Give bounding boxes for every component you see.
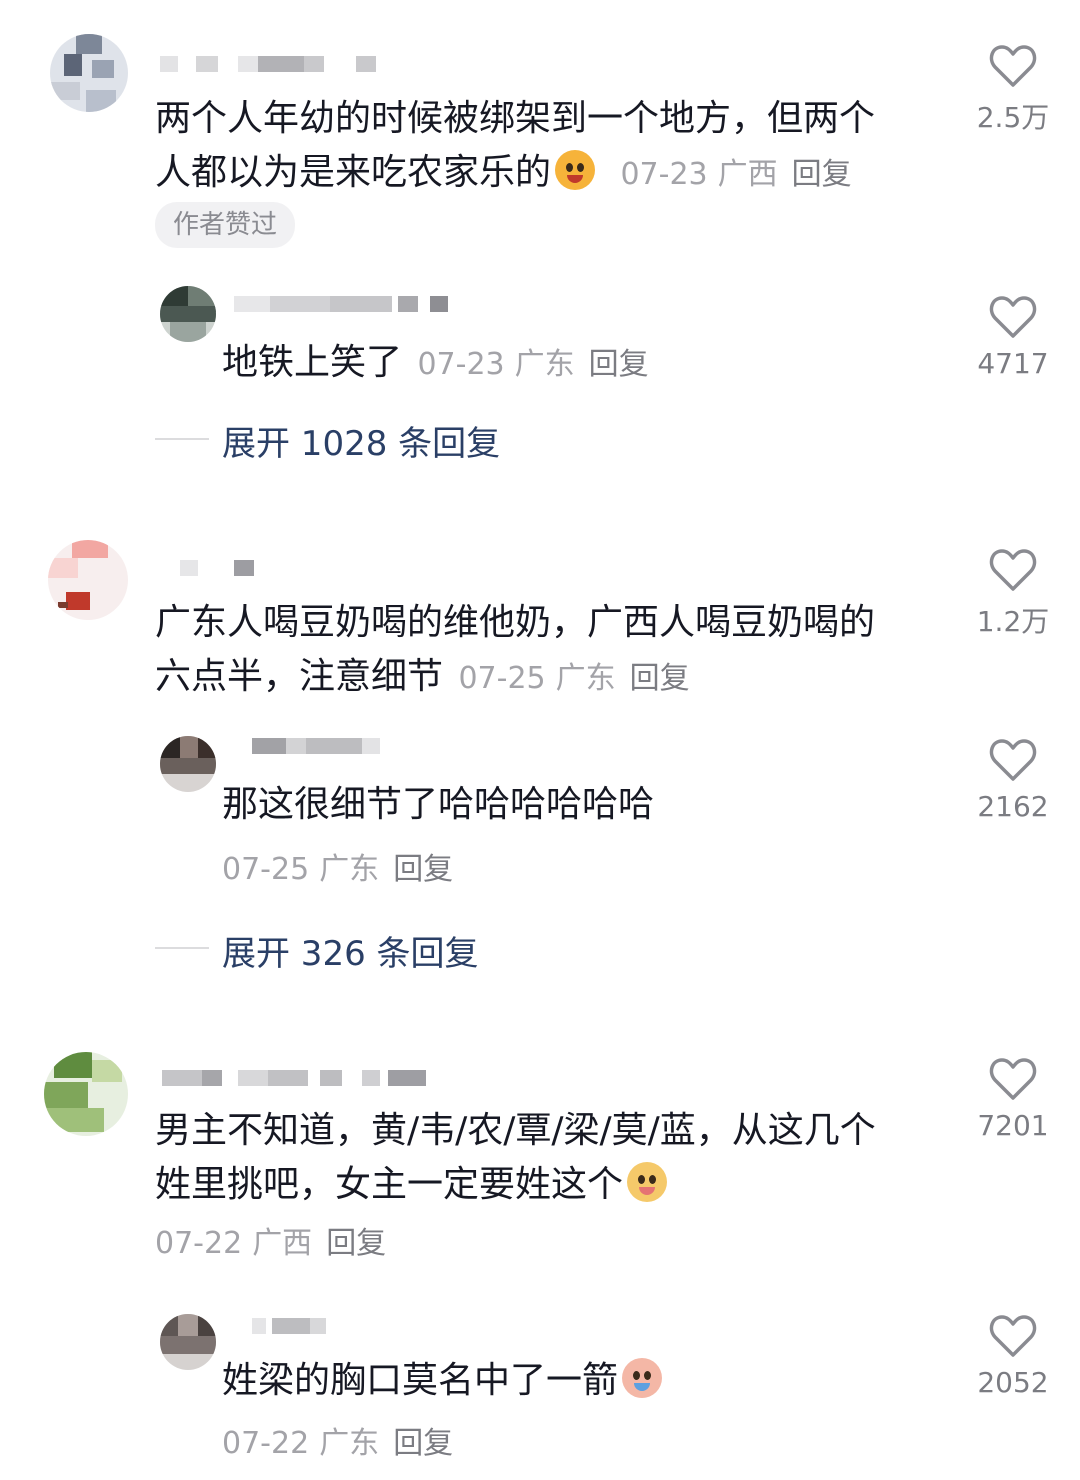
reply-username[interactable]	[252, 738, 382, 754]
comment-text: 两个人年幼的时候被绑架到一个地方，但两个 人都以为是来吃农家乐的 07-23 广西…	[155, 98, 876, 193]
heart-icon	[989, 1058, 1037, 1100]
yellow-dog-face-icon	[627, 1162, 668, 1202]
reply-button[interactable]: 回复	[792, 157, 852, 192]
reply-text: 姓梁的胸口莫名中了一箭	[222, 1354, 663, 1408]
comment-location: 广东	[555, 661, 616, 696]
expand-replies-button[interactable]: 展开 326 条回复	[222, 926, 479, 975]
reply-button[interactable]: 回复	[393, 1426, 453, 1461]
comment-date: 07-25	[458, 661, 546, 696]
reply-text: 地铁上笑了 07-23 广东 回复	[222, 342, 649, 383]
reply-username[interactable]	[252, 1318, 332, 1334]
reply-avatar[interactable]	[160, 286, 216, 342]
divider	[155, 438, 209, 440]
username[interactable]	[160, 56, 380, 72]
heart-icon	[989, 296, 1037, 338]
crying-face-icon	[622, 1358, 663, 1398]
reply-avatar[interactable]	[160, 736, 216, 792]
like-button[interactable]: 2052	[973, 1314, 1053, 1399]
username[interactable]	[180, 560, 260, 576]
like-button[interactable]: 2.5万	[973, 44, 1053, 136]
like-button[interactable]: 4717	[973, 295, 1053, 380]
comment-meta: 07-22 广西 回复	[155, 1218, 386, 1262]
reply-location: 广东	[514, 347, 575, 382]
comment-location: 广西	[252, 1226, 313, 1261]
reply-location: 广东	[319, 852, 380, 887]
like-button[interactable]: 2162	[973, 738, 1053, 823]
reply-meta: 07-22 广东 回复	[222, 1418, 453, 1462]
divider	[155, 947, 209, 949]
heart-icon	[989, 45, 1037, 87]
reply-date: 07-25	[222, 852, 310, 887]
like-button[interactable]: 7201	[973, 1057, 1053, 1142]
reply-username[interactable]	[234, 296, 454, 312]
avatar[interactable]	[44, 1052, 128, 1136]
avatar[interactable]	[50, 34, 128, 112]
like-count: 2052	[977, 1366, 1049, 1399]
expand-replies-button[interactable]: 展开 1028 条回复	[222, 416, 500, 465]
author-liked-badge: 作者赞过	[155, 202, 296, 248]
reply-button[interactable]: 回复	[393, 852, 453, 887]
reply-date: 07-23	[417, 347, 505, 382]
reply-meta: 07-25 广东 回复	[222, 844, 453, 888]
heart-icon	[989, 1315, 1037, 1357]
reply-avatar[interactable]	[160, 1314, 216, 1370]
username[interactable]	[162, 1070, 432, 1086]
like-count: 7201	[977, 1109, 1049, 1142]
like-count: 1.2万	[976, 605, 1050, 638]
reply-text: 那这很细节了哈哈哈哈哈哈	[222, 784, 655, 825]
reply-button[interactable]: 回复	[326, 1226, 386, 1261]
comment-date: 07-22	[155, 1226, 243, 1261]
like-button[interactable]: 1.2万	[973, 548, 1053, 640]
comment-text: 广东人喝豆奶喝的维他奶，广西人喝豆奶喝的 六点半，注意细节 07-25 广东 回复	[155, 602, 876, 697]
like-count: 2162	[977, 790, 1049, 823]
reply-button[interactable]: 回复	[589, 347, 649, 382]
comment-date: 07-23	[620, 157, 708, 192]
comment-location: 广西	[717, 157, 778, 192]
smiling-orange-face-icon	[555, 150, 596, 190]
like-count: 4717	[977, 347, 1049, 380]
reply-location: 广东	[319, 1426, 380, 1461]
like-count: 2.5万	[976, 101, 1050, 134]
heart-icon	[989, 549, 1037, 591]
reply-date: 07-22	[222, 1426, 310, 1461]
avatar[interactable]	[48, 540, 128, 620]
heart-icon	[989, 739, 1037, 781]
reply-button[interactable]: 回复	[630, 661, 690, 696]
comment-text: 男主不知道，黄/韦/农/覃/梁/莫/蓝，从这几个 姓里挑吧，女主一定要姓这个	[155, 1110, 876, 1205]
